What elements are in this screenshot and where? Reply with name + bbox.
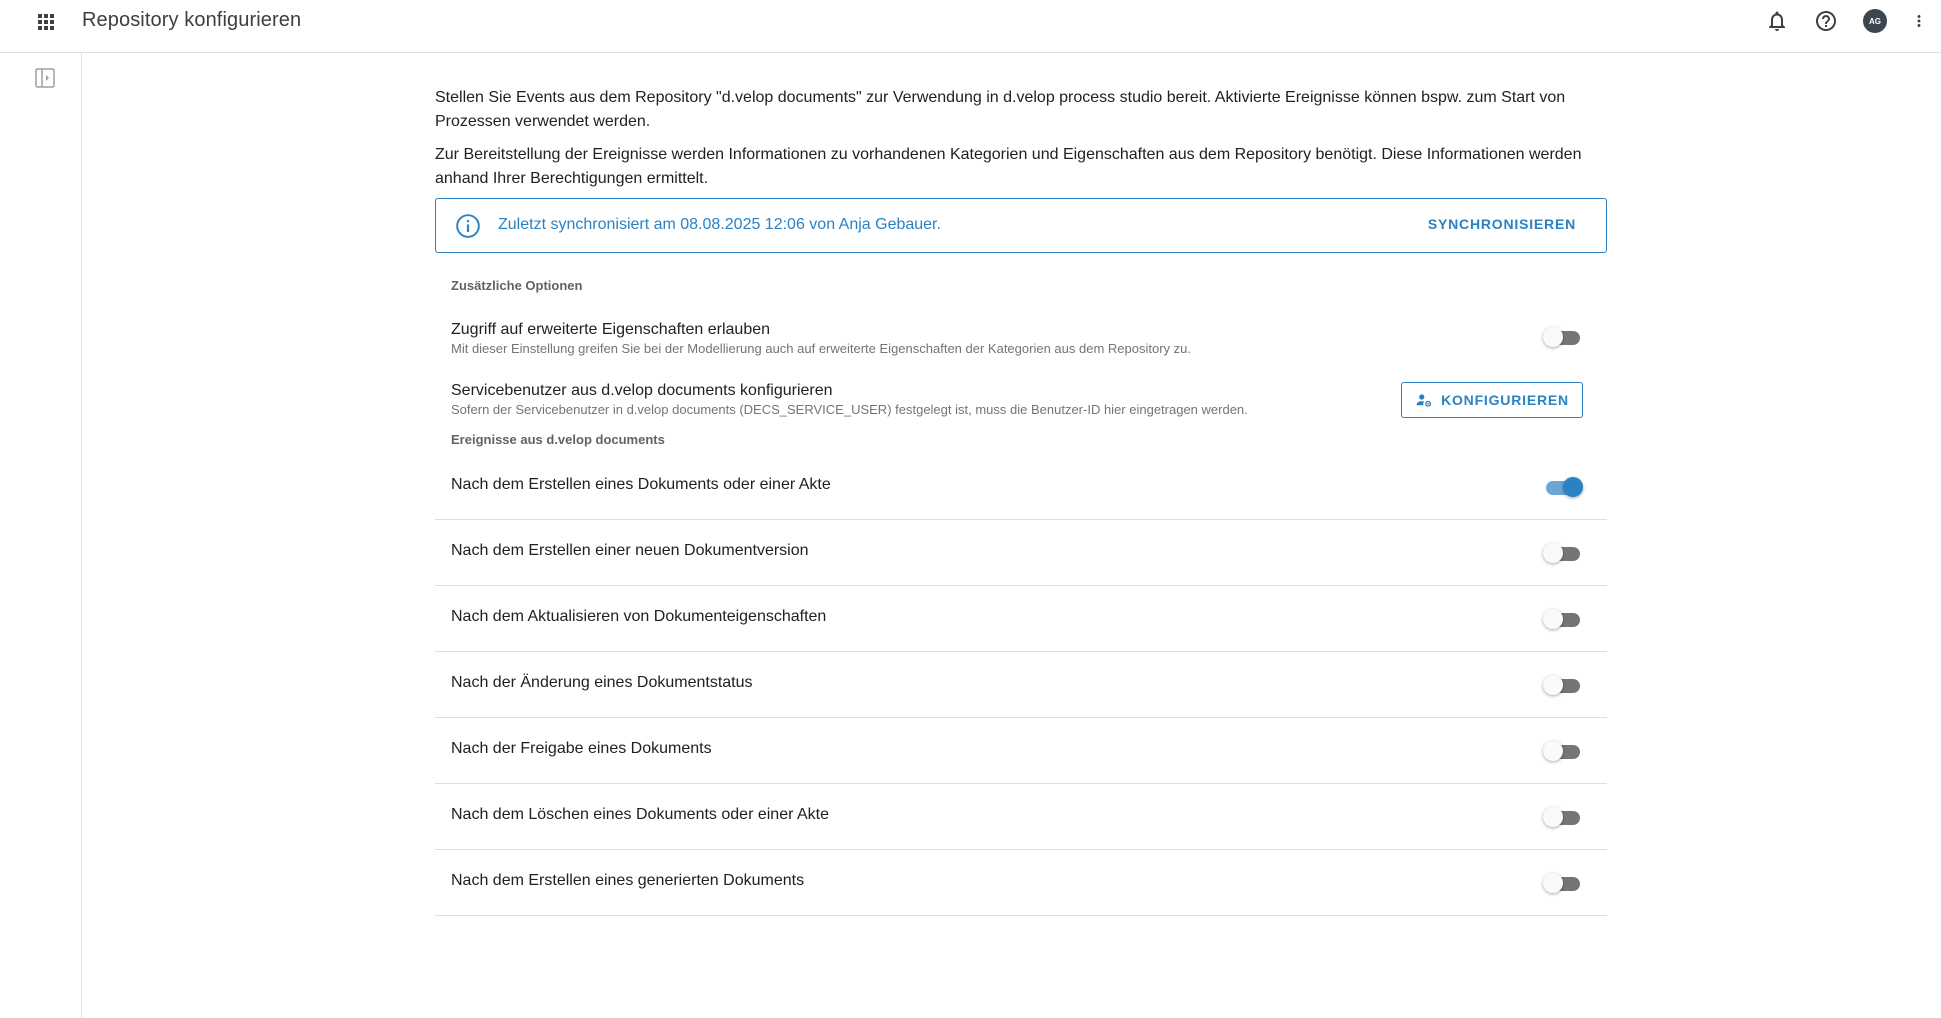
event-row: Nach der Änderung eines Dokumentstatus: [435, 652, 1607, 718]
event-row: Nach dem Löschen eines Dokuments oder ei…: [435, 784, 1607, 850]
event-toggle[interactable]: [1543, 740, 1583, 762]
event-label: Nach dem Erstellen eines Dokuments oder …: [451, 476, 831, 493]
bell-icon[interactable]: [1765, 9, 1789, 33]
user-settings-icon: [1415, 391, 1433, 409]
event-toggle[interactable]: [1543, 674, 1583, 696]
event-label: Nach der Änderung eines Dokumentstatus: [451, 674, 753, 691]
extended-properties-title: Zugriff auf erweiterte Eigenschaften erl…: [451, 321, 771, 338]
event-label: Nach dem Erstellen eines generierten Dok…: [451, 872, 805, 889]
event-label: Nach dem Aktualisieren von Dokumenteigen…: [451, 608, 827, 625]
configure-button-label: KONFIGURIEREN: [1441, 392, 1569, 408]
event-label: Nach dem Löschen eines Dokuments oder ei…: [451, 806, 829, 823]
main-content: Stellen Sie Events aus dem Repository "d…: [435, 86, 1607, 916]
top-app-bar: Repository konfigurieren AG: [0, 0, 1941, 53]
avatar[interactable]: AG: [1863, 9, 1887, 33]
help-icon[interactable]: [1814, 9, 1838, 33]
event-toggle[interactable]: [1543, 476, 1583, 498]
page-title: Repository konfigurieren: [82, 9, 302, 31]
events-list: Nach dem Erstellen eines Dokuments oder …: [435, 454, 1607, 916]
sync-info-box: Zuletzt synchronisiert am 08.08.2025 12:…: [435, 198, 1607, 253]
event-label: Nach dem Erstellen einer neuen Dokumentv…: [451, 542, 809, 559]
events-section-label: Ereignisse aus d.velop documents: [451, 432, 665, 447]
synchronize-button[interactable]: SYNCHRONISIEREN: [1428, 216, 1576, 232]
extended-properties-toggle[interactable]: [1543, 326, 1583, 348]
event-toggle[interactable]: [1543, 806, 1583, 828]
configure-button[interactable]: KONFIGURIEREN: [1401, 382, 1583, 418]
event-row: Nach der Freigabe eines Dokuments: [435, 718, 1607, 784]
event-toggle[interactable]: [1543, 872, 1583, 894]
event-toggle[interactable]: [1543, 542, 1583, 564]
service-user-option: Servicebenutzer aus d.velop documents ko…: [435, 381, 1607, 432]
sync-status-text: Zuletzt synchronisiert am 08.08.2025 12:…: [498, 216, 941, 233]
event-toggle[interactable]: [1543, 608, 1583, 630]
intro-paragraph-2: Zur Bereitstellung der Ereignisse werden…: [435, 146, 1582, 187]
more-vert-icon[interactable]: [1910, 9, 1928, 33]
event-row: Nach dem Erstellen einer neuen Dokumentv…: [435, 520, 1607, 586]
extended-properties-description: Mit dieser Einstellung greifen Sie bei d…: [451, 341, 1191, 356]
sidebar-toggle-icon[interactable]: [34, 67, 56, 89]
event-label: Nach der Freigabe eines Dokuments: [451, 740, 712, 757]
options-section-label: Zusätzliche Optionen: [451, 278, 583, 293]
intro-paragraph-1: Stellen Sie Events aus dem Repository "d…: [435, 89, 1566, 130]
extended-properties-option: Zugriff auf erweiterte Eigenschaften erl…: [435, 320, 1607, 381]
side-panel: [0, 53, 82, 1018]
apps-grid-icon[interactable]: [35, 11, 57, 33]
event-row: Nach dem Aktualisieren von Dokumenteigen…: [435, 586, 1607, 652]
event-row: Nach dem Erstellen eines Dokuments oder …: [435, 454, 1607, 520]
info-icon: [455, 213, 481, 239]
event-row: Nach dem Erstellen eines generierten Dok…: [435, 850, 1607, 916]
